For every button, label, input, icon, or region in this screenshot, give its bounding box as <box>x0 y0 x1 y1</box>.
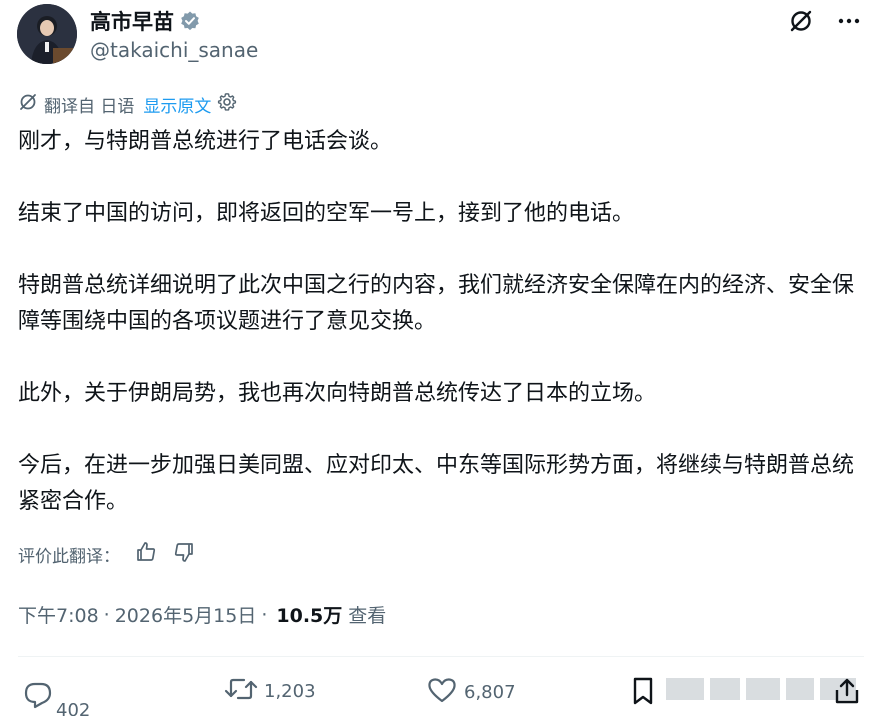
translated-from-label: 翻译自 日语 <box>44 97 135 117</box>
translation-row: 翻译自 日语 显示原文 <box>18 92 237 117</box>
thumbs-down-icon[interactable] <box>172 540 196 569</box>
tweet-paragraph: 结束了中国的访问，即将返回的空军一号上，接到了他的电话。 <box>18 201 635 226</box>
like-button[interactable]: 6,807 <box>426 676 516 709</box>
grok-translate-icon <box>18 92 38 117</box>
thumbs-up-icon[interactable] <box>134 540 158 569</box>
views-label: 查看 <box>348 605 387 627</box>
avatar-image <box>17 4 77 64</box>
reply-count: 402 <box>56 700 91 716</box>
tweet-paragraph: 此外，关于伊朗局势，我也再次向特朗普总统传达了日本的立场。 <box>18 381 657 406</box>
divider <box>18 656 864 657</box>
meta-separator: · <box>261 603 268 626</box>
repost-button[interactable]: 1,203 <box>224 676 316 707</box>
repost-count: 1,203 <box>264 681 316 702</box>
reply-icon <box>22 680 54 715</box>
author-name-row[interactable]: 高市早苗 <box>90 6 201 36</box>
avatar[interactable] <box>17 4 77 64</box>
rate-translation-label: 评价此翻译： <box>18 547 120 567</box>
tweet-paragraph: 今后，在进一步加强日美同盟、应对印太、中东等国际形势方面，将继续与特朗普总统紧密… <box>18 453 855 514</box>
share-icon <box>832 678 862 710</box>
reply-button[interactable]: 402 <box>22 674 90 716</box>
watermark-blur <box>666 678 856 700</box>
user-handle[interactable]: @takaichi_sanae <box>90 38 258 62</box>
verified-badge-icon <box>179 10 201 32</box>
tweet-paragraph: 刚才，与特朗普总统进行了电话会谈。 <box>18 129 393 154</box>
repost-icon <box>224 676 258 707</box>
tweet-meta: 下午7:08 · 2026年5月15日 · 10.5万 查看 <box>18 601 386 628</box>
share-button[interactable] <box>832 676 862 710</box>
bookmark-icon <box>630 676 656 711</box>
show-original-link[interactable]: 显示原文 <box>143 92 211 117</box>
meta-separator: · <box>103 603 110 626</box>
gear-icon[interactable] <box>217 92 237 117</box>
more-icon[interactable] <box>834 6 864 36</box>
view-count: 10.5万 <box>276 605 343 627</box>
tweet-date[interactable]: 2026年5月15日 <box>115 601 257 628</box>
header-actions <box>786 6 864 36</box>
like-count: 6,807 <box>464 682 516 703</box>
tweet-time[interactable]: 下午7:08 <box>18 601 99 628</box>
grok-icon[interactable] <box>786 6 816 36</box>
action-bar: 402 1,203 6,807 <box>0 660 878 716</box>
heart-icon <box>426 676 458 709</box>
tweet-page: 高市早苗 @takaichi_sanae 翻译自 日语 显示原文 刚才，与特朗普… <box>0 0 878 716</box>
tweet-paragraph: 特朗普总统详细说明了此次中国之行的内容，我们就经济安全保障在内的经济、安全保障等… <box>18 273 855 334</box>
tweet-text: 刚才，与特朗普总统进行了电话会谈。 结束了中国的访问，即将返回的空军一号上，接到… <box>18 124 868 556</box>
display-name[interactable]: 高市早苗 <box>90 6 174 36</box>
rate-translation-row: 评价此翻译： <box>18 540 196 569</box>
bookmark-button[interactable] <box>630 676 656 711</box>
